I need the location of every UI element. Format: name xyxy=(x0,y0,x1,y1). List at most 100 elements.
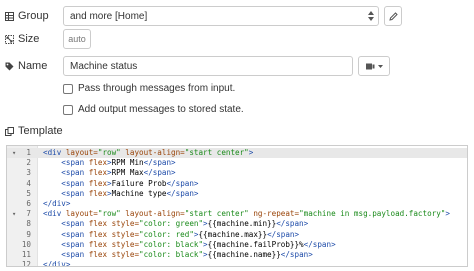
code-line[interactable]: 10 <span flex style="color: black">{{mac… xyxy=(7,240,467,250)
code-token: <span xyxy=(61,178,89,188)
code-token: layout-align= xyxy=(120,148,185,157)
resize-icon xyxy=(5,34,14,44)
code-token: "color: red" xyxy=(139,229,194,239)
code-token: "row" xyxy=(97,209,121,219)
name-row: Name xyxy=(5,56,47,76)
code-token: <div xyxy=(43,209,66,219)
tag-icon xyxy=(5,62,14,70)
group-label-text: Group xyxy=(18,10,49,22)
select-arrows-icon xyxy=(368,11,374,21)
code-token: layout= xyxy=(65,148,98,157)
code-token: </span> xyxy=(303,239,336,249)
code-text: <span flex>Failure Prob</span> xyxy=(43,178,198,189)
code-text: <span flex>RPM Max</span> xyxy=(43,168,175,178)
fold-toggle-icon[interactable]: ▾ xyxy=(12,148,16,158)
code-text: <span flex style="color: green">{{machin… xyxy=(43,219,308,229)
add-output-checkbox-row[interactable]: Add output messages to stored state. xyxy=(63,104,244,115)
code-line[interactable]: 3 <span flex>RPM Max</span> xyxy=(7,168,467,178)
code-line[interactable]: 12 </div> xyxy=(7,260,467,267)
code-line[interactable]: 4 <span flex>Failure Prob</span> xyxy=(7,179,467,189)
code-line[interactable]: 9 <span flex style="color: red">{{machin… xyxy=(7,230,467,240)
line-number: 3 xyxy=(26,168,31,178)
line-number: 6 xyxy=(26,198,31,208)
line-number: 1 xyxy=(26,148,31,157)
edit-group-button[interactable] xyxy=(384,6,402,26)
code-token: <span xyxy=(61,158,89,168)
code-line[interactable]: 8 <span flex style="color: green">{{mach… xyxy=(7,219,467,229)
code-token: <span xyxy=(61,168,89,178)
code-token: {{machine.failProb}}% xyxy=(207,239,304,249)
code-lines: 1 ▾ <div layout="row" layout-align="start … xyxy=(7,148,467,267)
code-token: flex style= xyxy=(88,219,140,229)
code-token: {{machine.name}} xyxy=(207,249,281,259)
code-text: </div> xyxy=(43,199,70,209)
code-line[interactable]: 2 <span flex>RPM Min</span> xyxy=(7,158,467,168)
code-token: "start center" xyxy=(184,148,249,157)
caret-down-icon xyxy=(377,64,383,68)
code-text: <span flex style="color: red">{{machine.… xyxy=(43,230,299,240)
code-token: > xyxy=(445,209,450,219)
template-row: Template xyxy=(5,124,63,138)
name-label-text: Name xyxy=(18,60,48,72)
group-select[interactable]: and more [Home] xyxy=(63,6,379,26)
code-token: </div> xyxy=(43,198,71,208)
code-token: layout-align= xyxy=(120,209,185,219)
code-line[interactable]: 6 </div> xyxy=(7,199,467,209)
code-line[interactable]: 11 <span flex style="color: black">{{mac… xyxy=(7,250,467,260)
pass-through-checkbox[interactable] xyxy=(63,83,73,94)
pass-through-checkbox-row[interactable]: Pass through messages from input. xyxy=(63,83,235,94)
size-row: Size xyxy=(5,29,39,49)
code-text: <span flex style="color: black">{{machin… xyxy=(43,239,336,250)
code-token: "start center" xyxy=(184,209,249,219)
code-token: flex style= xyxy=(88,239,140,249)
code-line[interactable]: 1 ▾ <div layout="row" layout-align="start … xyxy=(7,148,467,159)
line-number: 9 xyxy=(26,229,31,239)
code-token: RPM Max xyxy=(111,168,144,178)
code-token: flex style= xyxy=(88,229,140,239)
name-input[interactable]: Machine status xyxy=(63,56,353,76)
code-token: <span xyxy=(61,219,89,229)
code-line[interactable]: 5 <span flex>Machine type</span> xyxy=(7,189,467,199)
template-code-editor[interactable]: 1 ▾ <div layout="row" layout-align="start … xyxy=(6,145,468,267)
code-token: </div> xyxy=(43,260,71,267)
pencil-icon xyxy=(388,11,398,21)
code-token: "color: green" xyxy=(139,219,204,229)
code-token: {{machine.min}} xyxy=(207,219,277,229)
code-token: layout= xyxy=(65,209,98,219)
name-options-button[interactable] xyxy=(358,56,390,76)
add-output-checkbox[interactable] xyxy=(63,104,73,115)
fold-toggle-icon[interactable]: ▾ xyxy=(12,209,16,219)
code-line[interactable]: 7 ▾ <div layout="row" layout-align="start … xyxy=(7,209,467,219)
name-label: Name xyxy=(5,60,47,72)
name-input-value: Machine status xyxy=(70,60,138,72)
size-button[interactable]: auto xyxy=(63,29,91,49)
code-token: "machine in msg.payload.factory" xyxy=(299,209,446,219)
template-label: Template xyxy=(5,125,63,137)
code-text: <div layout="row" layout-align="start ce… xyxy=(43,148,253,158)
code-text: </div> xyxy=(43,260,71,267)
table-icon xyxy=(5,11,14,21)
code-text: <span flex>RPM Min</span> xyxy=(43,158,176,168)
line-number: 7 xyxy=(26,209,31,219)
code-token: <span xyxy=(61,249,89,259)
code-token: </span> xyxy=(166,188,199,198)
pass-through-label: Pass through messages from input. xyxy=(78,83,236,94)
group-select-value: and more [Home] xyxy=(70,10,148,22)
code-token: "color: black" xyxy=(139,239,204,249)
code-token: <span xyxy=(61,229,89,239)
line-number: 8 xyxy=(26,219,31,229)
code-text: <span flex style="color: black">{{machin… xyxy=(43,250,313,260)
code-token: <div xyxy=(43,148,66,157)
code-token: </span> xyxy=(143,158,176,168)
add-output-label: Add output messages to stored state. xyxy=(78,104,244,115)
code-token: <span xyxy=(61,188,89,198)
size-label-text: Size xyxy=(18,33,40,45)
code-token: > xyxy=(248,148,254,157)
copy-icon xyxy=(5,126,14,136)
